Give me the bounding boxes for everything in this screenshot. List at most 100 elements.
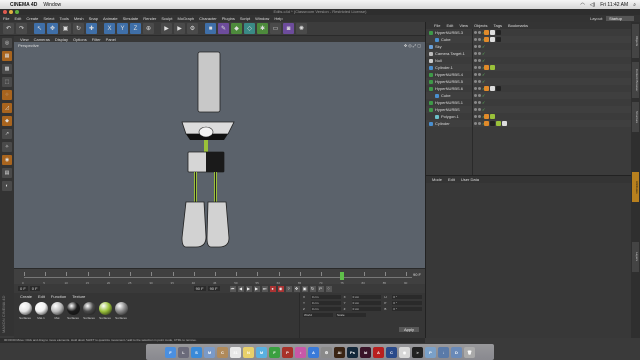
editor-visibility-dot[interactable] xyxy=(474,66,477,69)
object-menu-edit[interactable]: Edit xyxy=(446,23,453,28)
menu-edit[interactable]: Edit xyxy=(14,16,21,21)
clock[interactable]: Fri 11:42 AM xyxy=(600,2,628,8)
wifi-icon[interactable]: ◠ xyxy=(580,2,584,8)
enabled-check-icon[interactable]: ✓ xyxy=(482,51,485,56)
prev-key-icon[interactable]: ◀ xyxy=(237,285,244,292)
material-swatch[interactable]: Surfaces xyxy=(18,302,32,320)
object-row[interactable]: HyperNURBS.6✓ xyxy=(426,85,631,92)
render-visibility-dot[interactable] xyxy=(478,87,481,90)
render-visibility-dot[interactable] xyxy=(478,31,481,34)
editor-visibility-dot[interactable] xyxy=(474,59,477,62)
material-menu-create[interactable]: Create xyxy=(20,294,32,299)
visibility-flags[interactable]: ✓ xyxy=(474,72,485,77)
viewport-menu-filter[interactable]: Filter xyxy=(92,37,101,42)
menu-create[interactable]: Create xyxy=(26,16,38,21)
render-visibility-dot[interactable] xyxy=(478,115,481,118)
search-icon[interactable]: ⌕ xyxy=(633,2,636,8)
deformer-icon[interactable]: ✱ xyxy=(257,23,268,34)
render-visibility-dot[interactable] xyxy=(478,66,481,69)
visibility-flags[interactable]: ✓ xyxy=(474,93,485,98)
editor-visibility-dot[interactable] xyxy=(474,80,477,83)
edges-mode-icon[interactable]: ◿ xyxy=(2,103,12,113)
material-menu-texture[interactable]: Texture xyxy=(72,294,85,299)
menu-script[interactable]: Script xyxy=(240,16,250,21)
dock-calendar-icon[interactable]: 31 xyxy=(230,346,241,358)
dock-downloads-icon[interactable]: ↓ xyxy=(438,346,449,358)
side-tab-attributes[interactable]: Attributes xyxy=(632,172,639,202)
dock-chrome-icon[interactable]: ◉ xyxy=(399,346,410,358)
editor-visibility-dot[interactable] xyxy=(474,115,477,118)
editor-visibility-dot[interactable] xyxy=(474,73,477,76)
camera-icon[interactable]: ◙ xyxy=(283,23,294,34)
object-row[interactable]: Cube✓ xyxy=(426,36,631,43)
workplane-mode-icon[interactable]: ⬚ xyxy=(2,77,12,87)
object-menu-file[interactable]: File xyxy=(434,23,440,28)
render-picture-viewer-icon[interactable]: ▶ xyxy=(174,23,185,34)
volume-icon[interactable]: ◁) xyxy=(590,2,596,8)
y-axis-icon[interactable]: Y xyxy=(117,23,128,34)
object-name[interactable]: Cylinder.1 xyxy=(435,65,453,70)
x-axis-icon[interactable]: X xyxy=(104,23,115,34)
enabled-check-icon[interactable]: ✓ xyxy=(482,44,485,49)
object-row[interactable]: HyperNURBS.4 ✓ xyxy=(426,71,631,78)
dock-contacts-icon[interactable]: C xyxy=(217,346,228,358)
make-editable-icon[interactable]: ◎ xyxy=(2,38,12,48)
material-menu-edit[interactable]: Edit xyxy=(38,294,45,299)
visibility-flags[interactable]: ✓ xyxy=(474,107,485,112)
z-axis-icon[interactable]: Z xyxy=(130,23,141,34)
menu-help[interactable]: Help xyxy=(274,16,282,21)
dock-trash-icon[interactable]: 🗑 xyxy=(464,346,475,358)
menu-plugins[interactable]: Plugins xyxy=(222,16,235,21)
pen-icon[interactable]: ✎ xyxy=(218,23,229,34)
material-tag-icon[interactable] xyxy=(490,114,495,119)
object-name[interactable]: HyperNURBS.4 xyxy=(435,72,463,77)
play-icon[interactable]: ▶ xyxy=(245,285,252,292)
object-menu-tags[interactable]: Tags xyxy=(494,23,502,28)
coord-size-field[interactable]: 0 cm xyxy=(351,307,382,311)
array-icon[interactable]: ◇ xyxy=(244,23,255,34)
live-selection-icon[interactable]: ↖ xyxy=(34,23,45,34)
layout-select[interactable]: Startup xyxy=(606,16,634,21)
material-swatch[interactable]: Surfaces xyxy=(82,302,96,320)
menu-mesh[interactable]: Mesh xyxy=(74,16,84,21)
scale-key-icon[interactable]: ▣ xyxy=(301,285,308,292)
object-row[interactable]: Cylinder✓ xyxy=(426,120,631,127)
tweak-mode-icon[interactable]: ✧ xyxy=(2,142,12,152)
material-swatch[interactable]: Mat xyxy=(50,302,64,320)
object-name[interactable]: Null xyxy=(435,58,442,63)
render-view-icon[interactable]: ▶ xyxy=(161,23,172,34)
object-row[interactable]: HyperNURBS.3✓ xyxy=(426,29,631,36)
workplane-lock-icon[interactable]: ▤ xyxy=(2,168,12,178)
material-tag-icon[interactable] xyxy=(490,30,495,35)
floor-icon[interactable]: ▭ xyxy=(270,23,281,34)
key-selection-icon[interactable]: ? xyxy=(285,285,292,292)
menu-window[interactable]: Window xyxy=(255,16,269,21)
coord-size-field[interactable]: 0 cm xyxy=(351,295,382,299)
coordinate-system-icon[interactable]: ⊕ xyxy=(143,23,154,34)
viewport-menu-display[interactable]: Display xyxy=(55,37,68,42)
menu-sculpt[interactable]: Sculpt xyxy=(161,16,172,21)
zoom-window-icon[interactable] xyxy=(15,10,19,14)
coord-pos-field[interactable]: 0 cm xyxy=(310,295,341,299)
side-tab-layers[interactable]: Layers xyxy=(632,242,639,272)
dock-illustrator-icon[interactable]: Ai xyxy=(334,346,345,358)
enabled-check-icon[interactable]: ✓ xyxy=(482,72,485,77)
visibility-flags[interactable]: ✓ xyxy=(474,79,485,84)
material-tag-icon[interactable] xyxy=(496,121,501,126)
go-to-start-icon[interactable]: ⏮ xyxy=(229,285,236,292)
menu-simulate[interactable]: Simulate xyxy=(123,16,139,21)
coord-mode-world[interactable]: World xyxy=(303,313,333,317)
enabled-check-icon[interactable]: ✓ xyxy=(482,58,485,63)
dock-documents-icon[interactable]: D xyxy=(451,346,462,358)
timeline-playhead[interactable] xyxy=(340,272,345,280)
object-row[interactable]: HyperNURBS.1 ✓ xyxy=(426,99,631,106)
dock-system-prefs-icon[interactable]: ⚙ xyxy=(321,346,332,358)
menu-mograph[interactable]: MoGraph xyxy=(177,16,194,21)
material-tag-icon[interactable] xyxy=(496,30,501,35)
viewport-menu-cameras[interactable]: Cameras xyxy=(34,37,50,42)
material-tag-icon[interactable] xyxy=(484,30,489,35)
object-name[interactable]: Camera.Target.1 xyxy=(435,51,465,56)
menu-tools[interactable]: Tools xyxy=(60,16,69,21)
model-mode-icon[interactable]: ▦ xyxy=(2,51,12,61)
editor-visibility-dot[interactable] xyxy=(474,45,477,48)
